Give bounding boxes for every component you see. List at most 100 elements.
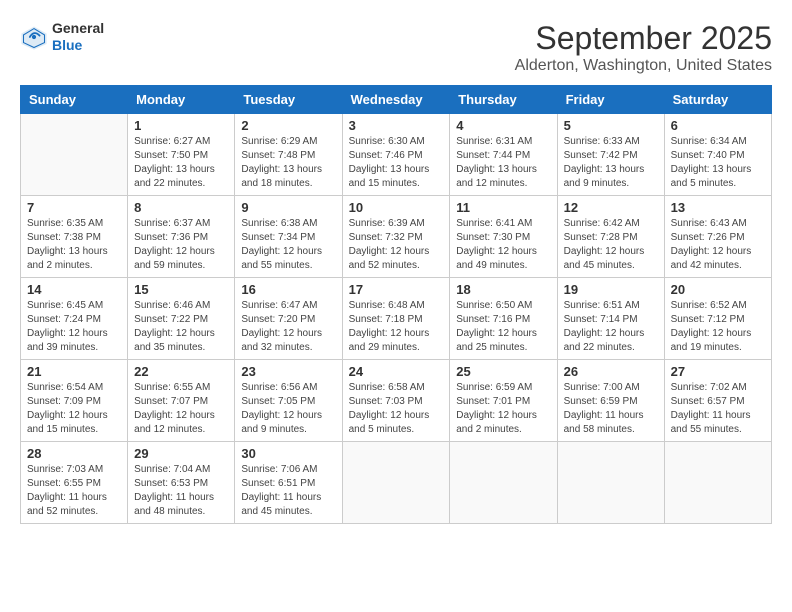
day-number: 7 bbox=[27, 200, 121, 215]
weekday-header: Monday bbox=[128, 86, 235, 114]
day-number: 21 bbox=[27, 364, 121, 379]
day-info: Sunrise: 6:50 AM Sunset: 7:16 PM Dayligh… bbox=[456, 299, 550, 355]
calendar-cell: 29 Sunrise: 7:04 AM Sunset: 6:53 PM Dayli… bbox=[128, 442, 235, 524]
calendar-week-row: 28Sunrise: 7:03 AM Sunset: 6:55 PM Dayli… bbox=[21, 442, 772, 524]
calendar-cell: 4 Sunrise: 6:31 AM Sunset: 7:44 PM Daylig… bbox=[450, 114, 557, 196]
day-number: 4 bbox=[456, 118, 550, 133]
page-header: General Blue September 2025 Alderton, Wa… bbox=[20, 20, 772, 75]
calendar-cell: 12Sunrise: 6:42 AM Sunset: 7:28 PM Dayli… bbox=[557, 196, 664, 278]
calendar-cell: 9 Sunrise: 6:38 AM Sunset: 7:34 PM Daylig… bbox=[235, 196, 342, 278]
day-number: 5 bbox=[564, 118, 658, 133]
day-info: Sunrise: 6:52 AM Sunset: 7:12 PM Dayligh… bbox=[671, 299, 765, 355]
calendar-cell: 7Sunrise: 6:35 AM Sunset: 7:38 PM Daylig… bbox=[21, 196, 128, 278]
calendar-cell bbox=[664, 442, 771, 524]
calendar-table: SundayMondayTuesdayWednesdayThursdayFrid… bbox=[20, 85, 772, 524]
calendar-cell bbox=[342, 442, 450, 524]
calendar-cell: 10 Sunrise: 6:39 AM Sunset: 7:32 PM Dayli… bbox=[342, 196, 450, 278]
day-number: 24 bbox=[349, 364, 444, 379]
calendar-cell: 27 Sunrise: 7:02 AM Sunset: 6:57 PM Dayli… bbox=[664, 360, 771, 442]
calendar-cell bbox=[557, 442, 664, 524]
day-info: Sunrise: 6:54 AM Sunset: 7:09 PM Dayligh… bbox=[27, 381, 121, 437]
day-number: 28 bbox=[27, 446, 121, 461]
day-info: Sunrise: 7:06 AM Sunset: 6:51 PM Dayligh… bbox=[241, 463, 335, 519]
day-number: 9 bbox=[241, 200, 335, 215]
calendar-cell: 3 Sunrise: 6:30 AM Sunset: 7:46 PM Daylig… bbox=[342, 114, 450, 196]
calendar-cell: 18 Sunrise: 6:50 AM Sunset: 7:16 PM Dayli… bbox=[450, 278, 557, 360]
calendar-cell bbox=[450, 442, 557, 524]
calendar-week-row: 7Sunrise: 6:35 AM Sunset: 7:38 PM Daylig… bbox=[21, 196, 772, 278]
day-info: Sunrise: 6:39 AM Sunset: 7:32 PM Dayligh… bbox=[349, 217, 444, 273]
day-info: Sunrise: 7:02 AM Sunset: 6:57 PM Dayligh… bbox=[671, 381, 765, 437]
page-subtitle: Alderton, Washington, United States bbox=[515, 57, 772, 75]
calendar-week-row: 1Sunrise: 6:27 AM Sunset: 7:50 PM Daylig… bbox=[21, 114, 772, 196]
calendar-cell: 22Sunrise: 6:55 AM Sunset: 7:07 PM Dayli… bbox=[128, 360, 235, 442]
day-info: Sunrise: 6:33 AM Sunset: 7:42 PM Dayligh… bbox=[564, 135, 658, 191]
day-info: Sunrise: 7:04 AM Sunset: 6:53 PM Dayligh… bbox=[134, 463, 228, 519]
logo-blue: Blue bbox=[52, 37, 82, 53]
weekday-header: Thursday bbox=[450, 86, 557, 114]
weekday-header-row: SundayMondayTuesdayWednesdayThursdayFrid… bbox=[21, 86, 772, 114]
day-info: Sunrise: 6:31 AM Sunset: 7:44 PM Dayligh… bbox=[456, 135, 550, 191]
calendar-cell: 17 Sunrise: 6:48 AM Sunset: 7:18 PM Dayli… bbox=[342, 278, 450, 360]
day-info: Sunrise: 6:51 AM Sunset: 7:14 PM Dayligh… bbox=[564, 299, 658, 355]
calendar-cell bbox=[21, 114, 128, 196]
logo-general: General bbox=[52, 20, 104, 36]
calendar-cell: 19Sunrise: 6:51 AM Sunset: 7:14 PM Dayli… bbox=[557, 278, 664, 360]
day-number: 11 bbox=[456, 200, 550, 215]
day-number: 13 bbox=[671, 200, 765, 215]
calendar-cell: 16 Sunrise: 6:47 AM Sunset: 7:20 PM Dayli… bbox=[235, 278, 342, 360]
calendar-cell: 20 Sunrise: 6:52 AM Sunset: 7:12 PM Dayli… bbox=[664, 278, 771, 360]
calendar-cell: 2 Sunrise: 6:29 AM Sunset: 7:48 PM Daylig… bbox=[235, 114, 342, 196]
day-info: Sunrise: 7:00 AM Sunset: 6:59 PM Dayligh… bbox=[564, 381, 658, 437]
day-info: Sunrise: 6:41 AM Sunset: 7:30 PM Dayligh… bbox=[456, 217, 550, 273]
day-number: 22 bbox=[134, 364, 228, 379]
day-info: Sunrise: 6:48 AM Sunset: 7:18 PM Dayligh… bbox=[349, 299, 444, 355]
weekday-header: Friday bbox=[557, 86, 664, 114]
calendar-cell: 25Sunrise: 6:59 AM Sunset: 7:01 PM Dayli… bbox=[450, 360, 557, 442]
day-info: Sunrise: 6:58 AM Sunset: 7:03 PM Dayligh… bbox=[349, 381, 444, 437]
day-number: 29 bbox=[134, 446, 228, 461]
day-info: Sunrise: 6:47 AM Sunset: 7:20 PM Dayligh… bbox=[241, 299, 335, 355]
weekday-header: Sunday bbox=[21, 86, 128, 114]
calendar-cell: 14Sunrise: 6:45 AM Sunset: 7:24 PM Dayli… bbox=[21, 278, 128, 360]
day-number: 2 bbox=[241, 118, 335, 133]
calendar-cell: 23Sunrise: 6:56 AM Sunset: 7:05 PM Dayli… bbox=[235, 360, 342, 442]
day-number: 3 bbox=[349, 118, 444, 133]
day-number: 1 bbox=[134, 118, 228, 133]
calendar-cell: 13 Sunrise: 6:43 AM Sunset: 7:26 PM Dayli… bbox=[664, 196, 771, 278]
calendar-cell: 5 Sunrise: 6:33 AM Sunset: 7:42 PM Daylig… bbox=[557, 114, 664, 196]
day-number: 23 bbox=[241, 364, 335, 379]
logo-icon bbox=[20, 23, 48, 51]
day-number: 12 bbox=[564, 200, 658, 215]
calendar-cell: 8 Sunrise: 6:37 AM Sunset: 7:36 PM Daylig… bbox=[128, 196, 235, 278]
calendar-week-row: 14Sunrise: 6:45 AM Sunset: 7:24 PM Dayli… bbox=[21, 278, 772, 360]
day-info: Sunrise: 6:30 AM Sunset: 7:46 PM Dayligh… bbox=[349, 135, 444, 191]
day-number: 16 bbox=[241, 282, 335, 297]
day-number: 18 bbox=[456, 282, 550, 297]
day-number: 26 bbox=[564, 364, 658, 379]
calendar-week-row: 21 Sunrise: 6:54 AM Sunset: 7:09 PM Dayli… bbox=[21, 360, 772, 442]
day-info: Sunrise: 6:45 AM Sunset: 7:24 PM Dayligh… bbox=[27, 299, 121, 355]
day-info: Sunrise: 6:37 AM Sunset: 7:36 PM Dayligh… bbox=[134, 217, 228, 273]
day-number: 15 bbox=[134, 282, 228, 297]
day-info: Sunrise: 6:29 AM Sunset: 7:48 PM Dayligh… bbox=[241, 135, 335, 191]
calendar-cell: 24 Sunrise: 6:58 AM Sunset: 7:03 PM Dayli… bbox=[342, 360, 450, 442]
day-number: 27 bbox=[671, 364, 765, 379]
calendar-cell: 30Sunrise: 7:06 AM Sunset: 6:51 PM Dayli… bbox=[235, 442, 342, 524]
logo-text: General Blue bbox=[52, 20, 104, 54]
day-number: 20 bbox=[671, 282, 765, 297]
calendar-cell: 1Sunrise: 6:27 AM Sunset: 7:50 PM Daylig… bbox=[128, 114, 235, 196]
calendar-cell: 28Sunrise: 7:03 AM Sunset: 6:55 PM Dayli… bbox=[21, 442, 128, 524]
weekday-header: Wednesday bbox=[342, 86, 450, 114]
day-number: 10 bbox=[349, 200, 444, 215]
calendar-cell: 26 Sunrise: 7:00 AM Sunset: 6:59 PM Dayli… bbox=[557, 360, 664, 442]
logo: General Blue bbox=[20, 20, 104, 54]
day-number: 17 bbox=[349, 282, 444, 297]
day-number: 25 bbox=[456, 364, 550, 379]
day-info: Sunrise: 6:46 AM Sunset: 7:22 PM Dayligh… bbox=[134, 299, 228, 355]
day-number: 8 bbox=[134, 200, 228, 215]
day-info: Sunrise: 6:34 AM Sunset: 7:40 PM Dayligh… bbox=[671, 135, 765, 191]
calendar-cell: 15 Sunrise: 6:46 AM Sunset: 7:22 PM Dayli… bbox=[128, 278, 235, 360]
day-info: Sunrise: 6:43 AM Sunset: 7:26 PM Dayligh… bbox=[671, 217, 765, 273]
day-info: Sunrise: 6:38 AM Sunset: 7:34 PM Dayligh… bbox=[241, 217, 335, 273]
